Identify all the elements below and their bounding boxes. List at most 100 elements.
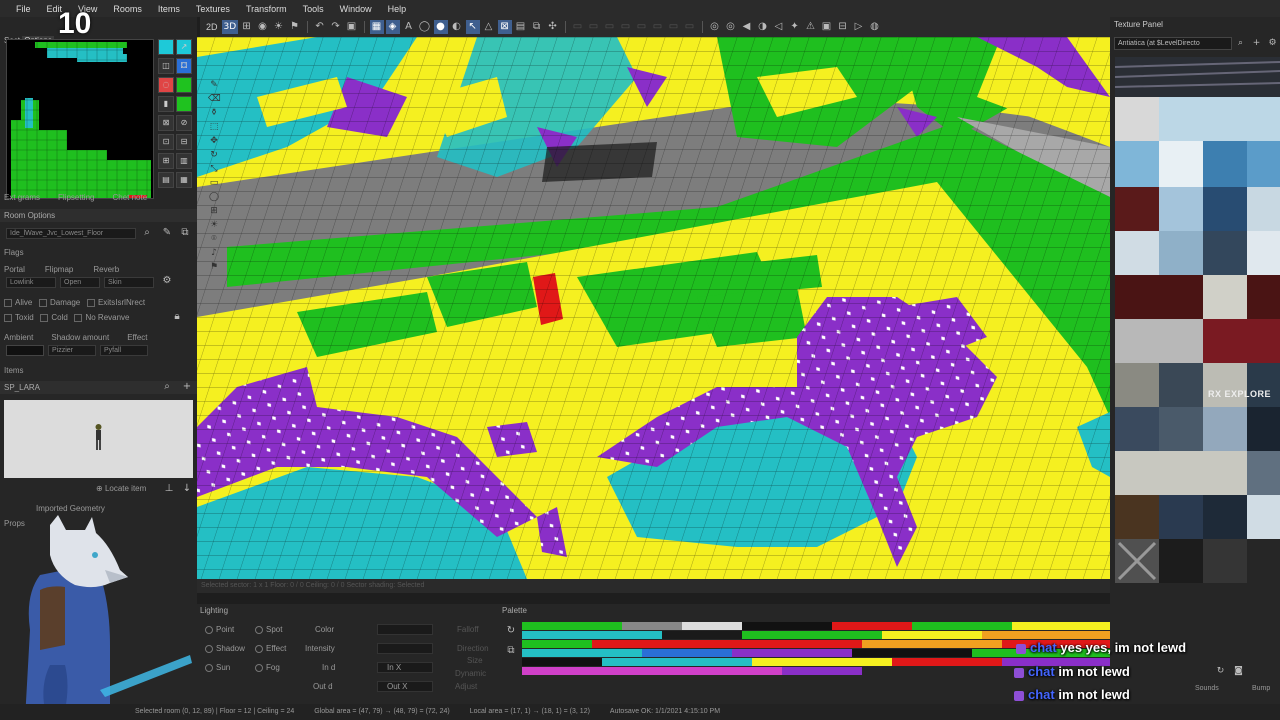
mode-3d-button[interactable]: 3D [221, 20, 238, 34]
sector-minimap[interactable] [6, 39, 154, 199]
texture-atlas[interactable] [1115, 57, 1280, 657]
color-input[interactable] [377, 624, 433, 635]
portal-tool-button[interactable]: ⚃ [176, 58, 192, 74]
ghost-icon[interactable]: ◍ [868, 20, 882, 34]
layers-icon[interactable]: ⧉ [530, 20, 544, 34]
copy-icon[interactable]: ⧉ [504, 644, 518, 658]
ambient-color-swatch[interactable] [6, 345, 44, 356]
disabled-tool-icon[interactable]: ▭ [571, 20, 585, 34]
slope-tool-button[interactable]: ⊘ [176, 115, 192, 131]
menu-file[interactable]: File [8, 4, 39, 14]
locate-item-button[interactable]: ⊕ Locate item [96, 484, 146, 493]
lock-icon[interactable]: ⊟ [836, 20, 850, 34]
fence-tool-button[interactable]: ⊞ [158, 153, 174, 169]
settings-icon[interactable]: ⚙ [1266, 37, 1279, 50]
eye-icon[interactable]: ◑ [756, 20, 770, 34]
bars-tool-button[interactable]: ▦ [176, 172, 192, 188]
contrast-icon[interactable]: ◐ [450, 20, 464, 34]
texture-set-select[interactable]: Antiatica (at $LevelDirecto [1114, 37, 1232, 50]
redo-icon[interactable]: ↷ [329, 20, 343, 34]
menu-items[interactable]: Items [150, 4, 188, 14]
disabled-tool-icon[interactable]: ▭ [619, 20, 633, 34]
search-icon[interactable]: ⌕ [140, 226, 154, 240]
lock-icon[interactable]: 🔒︎ [170, 310, 184, 324]
checkbox[interactable] [4, 298, 12, 307]
checkbox[interactable] [4, 313, 12, 322]
move-icon[interactable]: ✥ [208, 136, 220, 148]
effect-light-button[interactable]: Effect [255, 644, 286, 653]
shadow-light-button[interactable]: Shadow [205, 644, 245, 653]
grid-icon[interactable]: ⊞ [208, 206, 220, 218]
pin-icon[interactable]: ⊥ [162, 482, 176, 496]
spot-light-button[interactable]: Spot [255, 625, 282, 634]
checkbox[interactable] [74, 313, 83, 322]
grid-icon[interactable]: ⊞ [240, 20, 254, 34]
scale-icon[interactable]: ⤡ [208, 164, 220, 176]
disabled-tool-icon[interactable]: ▭ [667, 20, 681, 34]
menu-rooms[interactable]: Rooms [105, 4, 150, 14]
image-icon[interactable]: ▤ [514, 20, 528, 34]
menu-window[interactable]: Window [332, 4, 380, 14]
triangle-icon[interactable]: △ [482, 20, 496, 34]
room-select[interactable]: Ide_lWave_Jvc_Lowest_Floor [6, 228, 136, 239]
in-distance-input[interactable] [377, 662, 433, 673]
add-icon[interactable]: + [1250, 37, 1263, 50]
grid-tool-button[interactable]: ▥ [176, 153, 192, 169]
floor-tool-button[interactable] [158, 39, 174, 55]
star-icon[interactable]: ✦ [788, 20, 802, 34]
refresh-icon[interactable]: ↻ [504, 624, 518, 638]
sun-light-button[interactable]: Sun [205, 663, 230, 672]
texture-mode-icon[interactable]: ▦ [369, 20, 384, 34]
arrow-down-icon[interactable]: ↓ [180, 482, 194, 496]
light-icon[interactable]: ☀ [272, 20, 286, 34]
tab-edit-grams[interactable]: Ext grams [4, 193, 40, 202]
rect-icon[interactable]: ▭ [208, 178, 220, 190]
tab-chet-note[interactable]: Chet note [112, 193, 147, 202]
record-icon[interactable]: ◎ [724, 20, 738, 34]
wireframe-icon[interactable]: ⊠ [497, 20, 512, 34]
disabled-tool-icon[interactable]: ▭ [651, 20, 665, 34]
menu-tools[interactable]: Tools [295, 4, 332, 14]
image-icon[interactable]: ▣ [820, 20, 834, 34]
lock-icon[interactable]: ▣ [345, 20, 359, 34]
edit-icon[interactable]: ✎ [160, 226, 174, 240]
shadow-select[interactable]: Pizzier [48, 345, 96, 356]
menu-help[interactable]: Help [380, 4, 415, 14]
sound-icon[interactable]: ◀ [740, 20, 754, 34]
sphere-icon[interactable]: ● [433, 20, 448, 34]
copy-icon[interactable]: ⧉ [178, 226, 192, 240]
undo-icon[interactable]: ↶ [313, 20, 327, 34]
portal-select[interactable]: Lowlink [6, 277, 56, 288]
disabled-tool-icon[interactable]: ▭ [683, 20, 697, 34]
add-icon[interactable]: + [180, 380, 194, 394]
step-tool-button[interactable]: ⊡ [158, 134, 174, 150]
text-icon[interactable]: A [402, 20, 416, 34]
geometry-mode-icon[interactable]: ◈ [385, 20, 400, 34]
effect-select[interactable]: Pyfall [100, 345, 148, 356]
reverb-select[interactable]: Skin [104, 277, 154, 288]
play-icon[interactable]: ▷ [852, 20, 866, 34]
select-icon[interactable]: ⬚ [208, 122, 220, 134]
circle-icon[interactable]: ◯ [208, 192, 220, 204]
fog-light-button[interactable]: Fog [255, 663, 280, 672]
checkbox[interactable] [86, 298, 95, 307]
flag-icon[interactable]: ⚑ [288, 20, 302, 34]
pen-icon[interactable]: ✎ [208, 80, 220, 92]
point-light-button[interactable]: Point [205, 625, 234, 634]
disabled-tool-icon[interactable]: ▭ [603, 20, 617, 34]
stairs-tool-button[interactable]: ▤ [158, 172, 174, 188]
intensity-input[interactable] [377, 643, 433, 654]
circle-icon[interactable]: ◯ [418, 20, 432, 34]
speaker-icon[interactable]: ◁ [772, 20, 786, 34]
search-icon[interactable]: ⌕ [160, 380, 174, 394]
eraser-icon[interactable]: ⌫ [208, 94, 221, 106]
bucket-icon[interactable]: ⚱ [208, 108, 220, 120]
rotate-icon[interactable]: ↻ [208, 150, 220, 162]
delete-tool-button[interactable]: ▮ [158, 96, 174, 112]
search-icon[interactable]: ⌕ [1234, 37, 1247, 50]
disabled-tool-icon[interactable]: ▭ [635, 20, 649, 34]
disabled-tool-icon[interactable]: ▭ [587, 20, 601, 34]
cursor-icon[interactable]: ↖ [465, 20, 480, 34]
record-icon[interactable]: ◎ [708, 20, 722, 34]
light-icon[interactable]: ☀ [208, 220, 220, 232]
